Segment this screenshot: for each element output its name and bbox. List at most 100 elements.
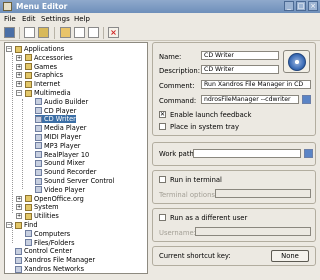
tree-item[interactable]: − Applications [6, 45, 64, 53]
tree-expander-icon[interactable]: + [16, 81, 22, 88]
username-field[interactable] [195, 227, 311, 236]
application-icon [35, 168, 42, 176]
tree-item-label: Video Player [44, 185, 86, 194]
tree-item[interactable]: − Find [6, 221, 38, 229]
menu-bar: File Edit Settings Help [0, 13, 320, 25]
menu-help[interactable]: Help [74, 15, 90, 23]
toolbar-separator [19, 27, 20, 39]
tree-item[interactable]: + Games [16, 63, 57, 71]
tree-item[interactable]: + OpenOffice.org [16, 195, 84, 203]
new-submenu-icon[interactable] [38, 27, 49, 38]
application-icon [35, 186, 42, 194]
paste-icon[interactable] [88, 27, 99, 38]
application-icon [35, 142, 42, 150]
tree-item[interactable]: + Utilities [16, 212, 59, 220]
tree-item[interactable]: Sound Server Control [35, 177, 114, 185]
new-item-icon[interactable] [24, 27, 35, 38]
tree-item-label: RealPlayer 10 [44, 150, 90, 159]
menu-file[interactable]: File [4, 15, 16, 23]
command-browse-icon[interactable] [302, 95, 311, 104]
menu-tree[interactable]: − Applications + Accessories + Games + Graphics… [4, 42, 148, 274]
work-path-section: Work path: [152, 142, 316, 166]
cd-writer-icon [288, 53, 306, 71]
description-field[interactable]: CD Writer [201, 65, 279, 74]
tree-item[interactable]: RealPlayer 10 [35, 151, 89, 159]
tree-expander-icon[interactable]: − [6, 222, 12, 228]
terminal-options-field[interactable] [215, 189, 311, 198]
item-icon-button[interactable] [283, 50, 310, 73]
menu-settings[interactable]: Settings [41, 15, 70, 23]
launch-feedback-checkbox[interactable]: ✕ [159, 111, 166, 118]
tree-expander-icon[interactable]: + [16, 204, 22, 211]
window-title: Menu Editor [16, 2, 68, 11]
tree-item-label: Graphics [34, 71, 64, 80]
maximize-button[interactable]: □ [296, 1, 306, 11]
folder-icon [25, 195, 32, 203]
tree-item[interactable]: MP3 Player [35, 142, 80, 150]
tree-item[interactable]: + Accessories [16, 53, 73, 62]
tree-item[interactable]: CD Writer [35, 115, 76, 124]
close-button[interactable]: × [308, 1, 318, 11]
tree-expander-icon[interactable]: − [16, 90, 22, 96]
tree-item-label: CD Writer [44, 115, 76, 124]
tree-expander-icon[interactable]: + [16, 72, 22, 79]
copy-icon[interactable] [74, 27, 85, 38]
work-path-field[interactable] [193, 149, 301, 158]
command-field[interactable]: ndrosFileManager --cdwriter [201, 95, 299, 104]
tree-item[interactable]: Computers [25, 230, 70, 238]
tree-item[interactable]: MIDI Player [35, 133, 81, 141]
app-icon [3, 2, 12, 11]
tree-item-label: Multimedia [34, 89, 71, 97]
toolbar-separator [103, 27, 104, 39]
tree-item[interactable]: Control Center [15, 247, 72, 255]
tree-item[interactable]: Sound Mixer [35, 159, 85, 167]
tree-item[interactable]: Xandros File Manager [15, 256, 95, 264]
name-field[interactable]: CD Writer [201, 51, 279, 60]
cut-icon[interactable] [60, 27, 71, 38]
tree-item[interactable]: Sound Recorder [35, 168, 96, 176]
tree-item-label: Accessories [34, 53, 73, 62]
work-path-browse-icon[interactable] [304, 149, 313, 158]
tree-item[interactable]: Xandros Networks [15, 265, 84, 273]
delete-icon[interactable]: × [108, 27, 119, 38]
tree-item[interactable]: Video Player [35, 186, 85, 194]
tree-item[interactable]: − Multimedia [16, 89, 71, 97]
folder-icon [25, 89, 32, 97]
tree-line [12, 223, 13, 243]
tree-item[interactable]: + Graphics [16, 71, 64, 80]
tree-item-label: Sound Mixer [44, 159, 85, 168]
tree-expander-icon[interactable]: + [16, 63, 22, 70]
launch-feedback-label: Enable launch feedback [170, 111, 252, 119]
run-terminal-checkbox[interactable] [159, 176, 166, 183]
shortcut-label: Current shortcut key: [159, 252, 231, 260]
folder-icon [15, 221, 22, 229]
tree-expander-icon[interactable]: + [16, 195, 22, 202]
system-tray-checkbox[interactable] [159, 123, 166, 130]
tree-item-label: CD Player [44, 106, 77, 115]
tree-item[interactable]: Audio Builder [35, 98, 88, 106]
application-icon [35, 159, 42, 167]
minimize-button[interactable]: _ [284, 1, 294, 11]
tree-expander-icon[interactable]: + [16, 54, 22, 61]
comment-label: Comment: [159, 82, 195, 90]
tree-expander-icon[interactable]: − [6, 46, 12, 52]
tree-expander-icon[interactable]: + [16, 213, 22, 220]
folder-icon [25, 80, 32, 88]
menu-edit[interactable]: Edit [22, 15, 36, 23]
tree-item-label: Computers [34, 229, 71, 238]
tree-line [22, 99, 23, 189]
tree-item[interactable]: CD Player [35, 107, 76, 115]
tree-item[interactable]: Files/Folders [25, 239, 75, 247]
tree-item[interactable]: Media Player [35, 124, 86, 132]
tree-item[interactable]: + Internet [16, 80, 60, 88]
folder-icon [25, 203, 32, 211]
tree-item-label: Find [24, 221, 38, 229]
general-section: Name: CD Writer Description: CD Writer C… [152, 42, 316, 136]
comment-field[interactable]: Run Xandros File Manager in CD [201, 80, 311, 89]
shortcut-key-button[interactable]: None [271, 250, 309, 262]
tree-item[interactable]: + System [16, 203, 59, 211]
save-icon[interactable] [4, 27, 15, 38]
run-terminal-label: Run in terminal [170, 176, 222, 184]
application-icon [15, 265, 22, 273]
run-different-user-checkbox[interactable] [159, 214, 166, 221]
